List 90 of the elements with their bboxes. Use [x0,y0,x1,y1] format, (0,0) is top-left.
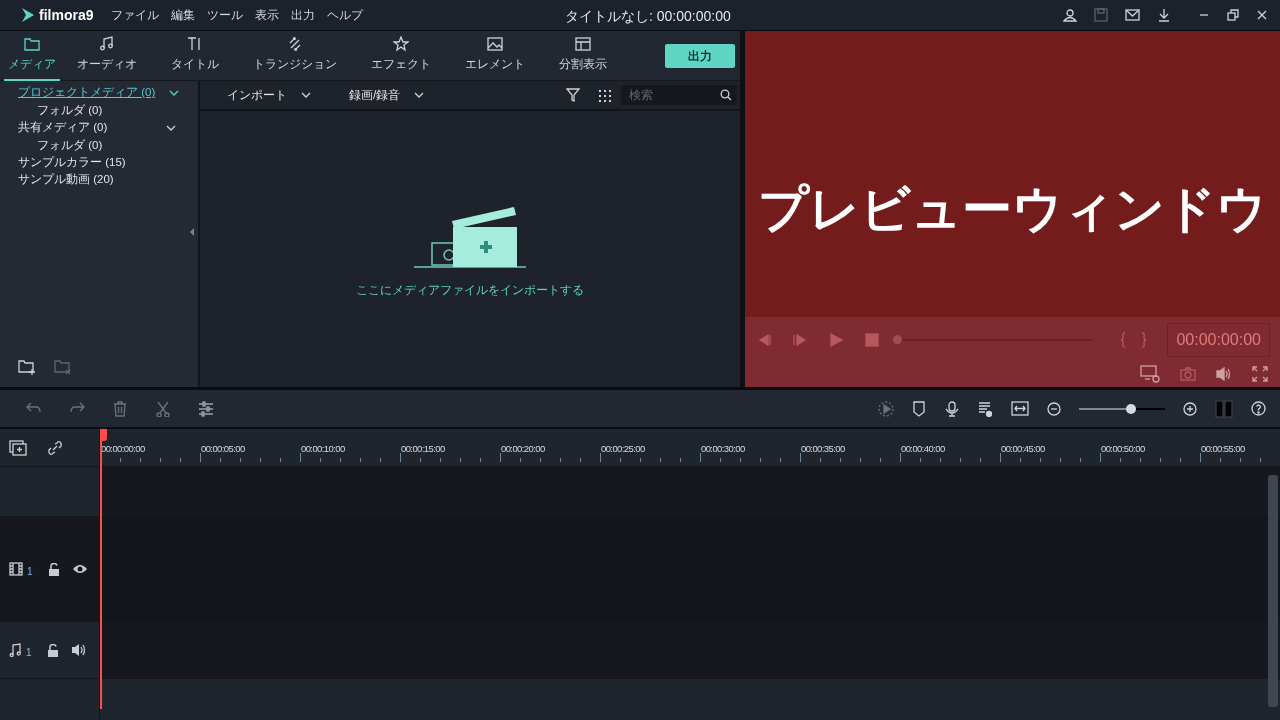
star-icon [393,36,409,52]
playhead-handle[interactable] [100,429,107,441]
preview-caption: プレビューウィンドウ [758,178,1267,240]
text-icon [187,36,203,52]
film-icon [9,562,23,576]
menu-item[interactable]: ツール [201,6,250,24]
scrollbar[interactable] [1268,475,1278,707]
library-item[interactable]: フォルダ (0) [37,139,117,151]
volume-icon[interactable] [1216,366,1232,382]
dropdown-button[interactable]: 録画/録音 [349,86,425,104]
ruler-label: 00:00:00:00 [101,442,145,456]
library-item[interactable]: プロジェクトメディア (0) [18,84,170,101]
library-item[interactable]: サンプルカラー (15) [18,154,140,171]
timecode: 00:00:00:00 [1167,323,1270,357]
menu-item[interactable]: 出力 [285,6,322,24]
library-item[interactable]: フォルダ (0) [37,104,117,116]
ruler-label: 00:00:40:00 [901,442,945,456]
user-icon[interactable] [1063,8,1077,22]
help-icon[interactable] [1251,401,1266,416]
music-note-icon [9,643,22,657]
chevron-down-icon [414,92,425,98]
ruler-label: 00:00:15:00 [401,442,445,456]
filter-icon[interactable] [566,88,580,102]
music-note-icon [99,36,115,52]
search-icon[interactable] [720,89,732,101]
zoom-in-icon[interactable] [1183,401,1197,416]
marker-icon[interactable] [912,400,926,417]
render-icon[interactable] [878,400,894,417]
window-title: タイトルなし: 00:00:00:00 [565,7,731,26]
chevron-down-icon [301,92,311,98]
new-folder-icon[interactable] [18,358,36,376]
import-hint[interactable]: ここにメディアファイルをインポートする [356,281,584,299]
image-icon [487,36,503,52]
close-icon[interactable] [1256,9,1268,21]
unlock-icon[interactable] [46,643,59,657]
zoom-handle[interactable] [1125,403,1136,414]
app-logo: filmora9 [39,5,94,25]
collapse-icon[interactable] [190,228,194,236]
restore-icon[interactable] [1227,9,1239,21]
display-settings-icon[interactable] [1140,365,1160,383]
tab[interactable]: タイトル [154,30,236,81]
folder-icon [24,36,40,52]
chevron-down-icon[interactable] [169,89,180,96]
transition-icon [287,36,303,52]
logo-icon [20,6,36,24]
fit-timeline-icon[interactable] [1011,401,1029,416]
add-track-icon[interactable] [9,439,27,456]
ruler-label: 00:00:05:00 [201,442,245,456]
menu-item[interactable]: ヘルプ [321,6,370,24]
menu-item[interactable]: ファイル [105,6,166,24]
grid-icon[interactable] [598,88,611,102]
menu-item[interactable]: 表示 [249,6,286,24]
ruler-label: 00:00:25:00 [601,442,645,456]
zoom-out-icon[interactable] [1047,401,1061,416]
voiceover-icon[interactable] [978,400,993,417]
ruler-label: 00:00:20:00 [501,442,545,456]
search-field[interactable]: 検索 [621,85,737,105]
tab[interactable]: オーディオ [60,30,154,81]
microphone-icon[interactable] [944,400,960,417]
ruler-label: 00:00:35:00 [801,442,845,456]
dropdown-button[interactable]: インポート [227,86,311,104]
tab[interactable]: 分割表示 [542,30,624,81]
eye-icon[interactable] [71,563,88,575]
download-icon[interactable] [1157,8,1171,22]
ruler-label: 00:00:30:00 [701,442,745,456]
track-number: 1 [26,645,32,660]
ruler-label: 00:00:50:00 [1101,442,1145,456]
tab[interactable]: エレメント [448,30,542,81]
tab[interactable]: エフェクト [354,30,448,81]
ruler-label: 00:00:55:00 [1201,442,1245,456]
export-button[interactable]: 出力 [665,43,735,68]
chevron-down-icon[interactable] [166,124,176,131]
unlock-icon[interactable] [47,562,60,576]
trash-icon[interactable] [112,400,128,417]
sliders-icon[interactable] [198,400,214,417]
volume-icon[interactable] [70,643,86,657]
menu-item[interactable]: 編集 [165,6,202,24]
progress-handle[interactable] [893,335,902,344]
delete-folder-icon[interactable] [54,358,72,376]
ruler-label: 00:00:10:00 [301,442,345,456]
library-item[interactable]: サンプル動画 (20) [18,171,128,188]
link-icon[interactable] [47,439,63,456]
ruler-label: 00:00:45:00 [1001,442,1045,456]
library-item[interactable]: 共有メディア (0) [18,119,122,136]
fullscreen-icon[interactable] [1252,366,1268,382]
scissors-icon[interactable] [155,400,171,417]
tab[interactable]: トランジション [236,30,354,81]
track-number: 1 [27,564,33,579]
mail-icon[interactable] [1125,8,1140,22]
layout-icon [575,36,591,52]
